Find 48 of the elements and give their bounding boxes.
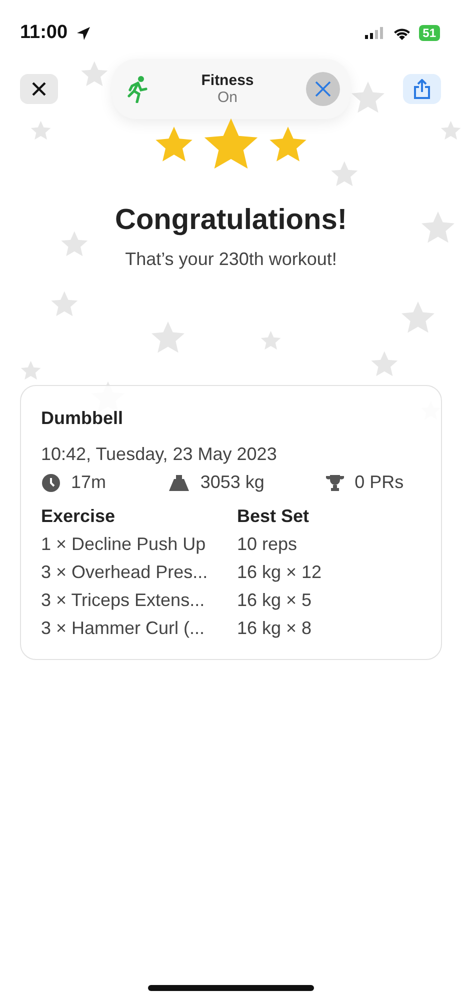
column-header: Exercise bbox=[41, 506, 116, 527]
workout-name: Dumbbell bbox=[41, 408, 124, 429]
background-star-icon bbox=[20, 360, 41, 380]
table-cell-text: 16 kg × 8 bbox=[237, 618, 313, 639]
background-star-icon bbox=[352, 82, 384, 113]
stat-value: 17m bbox=[71, 472, 106, 493]
status-time: 11:00 bbox=[20, 22, 68, 44]
background-star-icon bbox=[331, 161, 358, 186]
close-button[interactable] bbox=[20, 74, 58, 104]
table-cell-text: 16 kg × 12 bbox=[237, 562, 323, 583]
focus-status: On bbox=[217, 89, 238, 106]
workout-count-text: That’s your 230th workout! bbox=[125, 249, 337, 270]
table-cell-text: 3 × Hammer Curl (... bbox=[41, 618, 206, 639]
congratulations-heading: Congratulations! bbox=[115, 204, 347, 237]
background-star-icon bbox=[260, 330, 281, 350]
background-star-icon bbox=[402, 302, 434, 333]
table-cell-text: 16 kg × 5 bbox=[237, 590, 313, 611]
background-star-icon bbox=[422, 212, 454, 243]
share-icon bbox=[414, 79, 430, 99]
table-cell-text: 3 × Triceps Extens... bbox=[41, 590, 206, 611]
runner-icon bbox=[126, 75, 150, 103]
table-cell-text: 3 × Overhead Pres... bbox=[41, 562, 209, 583]
background-star-icon bbox=[81, 61, 108, 86]
wifi-icon bbox=[392, 26, 411, 40]
table-cell-text: 1 × Decline Push Up bbox=[41, 534, 207, 555]
dismiss-button[interactable] bbox=[306, 72, 340, 106]
workout-date: 10:42, Tuesday, 23 May 2023 bbox=[41, 444, 278, 465]
location-icon bbox=[76, 26, 91, 40]
battery-level: 51 bbox=[418, 25, 440, 41]
table-cell-text: 10 reps bbox=[237, 534, 298, 555]
column-header: Best Set bbox=[237, 506, 310, 527]
background-star-icon bbox=[440, 120, 461, 140]
stat-value: 3053 kg bbox=[200, 472, 264, 493]
stat-value: 0 PRs bbox=[354, 472, 404, 493]
focus-banner[interactable]: Fitness On bbox=[112, 59, 350, 119]
clock-icon bbox=[41, 472, 61, 492]
close-icon bbox=[31, 81, 47, 97]
background-star-icon bbox=[30, 120, 51, 140]
focus-title: Fitness bbox=[201, 72, 254, 89]
background-star-icon bbox=[152, 322, 184, 353]
background-star-icon bbox=[61, 231, 88, 256]
close-icon bbox=[314, 81, 330, 97]
share-button[interactable] bbox=[403, 74, 441, 104]
weight-icon bbox=[168, 474, 190, 492]
signal-icon bbox=[364, 27, 385, 39]
background-star-icon bbox=[51, 291, 78, 316]
trophy-icon bbox=[324, 472, 345, 492]
background-star-icon bbox=[371, 351, 398, 376]
